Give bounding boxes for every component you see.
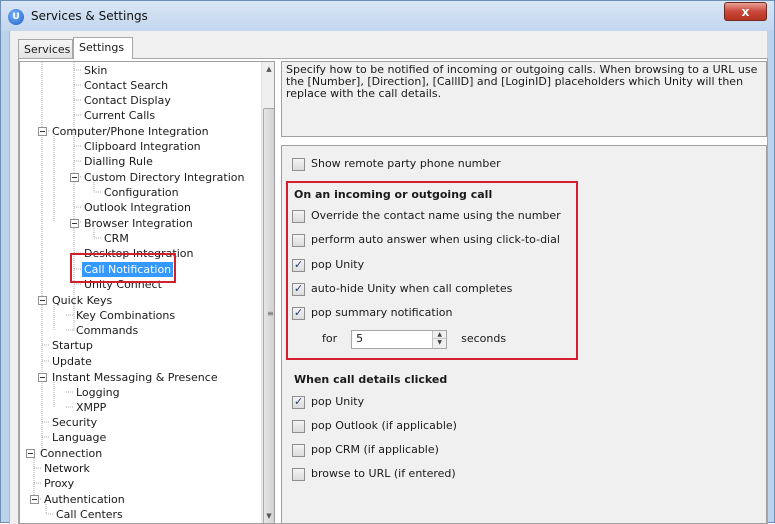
tree-item-network[interactable]: Network: [42, 461, 92, 476]
tree-item-authentication[interactable]: Authentication: [42, 492, 127, 507]
tree-item-security[interactable]: Security: [50, 415, 99, 430]
override-contact-name-label: Override the contact name using the numb…: [311, 209, 561, 222]
collapse-toggle-icon[interactable]: [38, 296, 47, 305]
tab-settings[interactable]: Settings: [73, 37, 133, 59]
auto-hide-unity-label: auto-hide Unity when call completes: [311, 282, 513, 295]
call-option-row[interactable]: pop Unity: [292, 257, 364, 273]
unity-app-icon: U: [8, 9, 24, 25]
details-option-row[interactable]: browse to URL (if entered): [292, 466, 456, 482]
pop-crm-checkbox[interactable]: [292, 443, 305, 457]
tree-item-clipboard-integration[interactable]: Clipboard Integration: [82, 139, 203, 154]
collapse-toggle-icon[interactable]: [38, 127, 47, 136]
seconds-value[interactable]: 5: [352, 331, 363, 347]
settings-tree: Skin Contact Search Contact Display Curr…: [19, 61, 275, 524]
seconds-stepper[interactable]: 5 ▲ ▼: [351, 329, 448, 349]
call-option-row[interactable]: Override the contact name using the numb…: [292, 208, 561, 224]
auto-hide-unity-checkbox[interactable]: [292, 281, 305, 297]
pop-outlook-checkbox[interactable]: [292, 419, 305, 433]
tree-item-update[interactable]: Update: [50, 354, 94, 369]
stepper-buttons[interactable]: ▲ ▼: [432, 330, 447, 348]
window-title: Services & Settings: [31, 9, 148, 23]
tree-item-logging[interactable]: Logging: [74, 385, 122, 400]
collapse-toggle-icon[interactable]: [38, 373, 47, 382]
call-option-row[interactable]: pop summary notification: [292, 305, 452, 321]
call-option-row[interactable]: perform auto answer when using click-to-…: [292, 232, 560, 248]
call-option-row[interactable]: auto-hide Unity when call completes: [292, 281, 512, 297]
title-bar[interactable]: U Services & Settings x: [1, 1, 774, 31]
tab-services[interactable]: Services: [18, 39, 73, 59]
close-button[interactable]: x: [724, 2, 767, 21]
override-contact-name-checkbox[interactable]: [292, 209, 305, 223]
details-pop-unity-label: pop Unity: [311, 395, 365, 408]
tree-item-current-calls[interactable]: Current Calls: [82, 108, 157, 123]
tree-item-dialling-rule[interactable]: Dialling Rule: [82, 154, 155, 169]
auto-answer-checkbox[interactable]: [292, 233, 305, 247]
description-text: Specify how to be notified of incoming o…: [286, 63, 758, 100]
scroll-thumb[interactable]: ≡: [263, 108, 274, 523]
tree-item-contact-search[interactable]: Contact Search: [82, 78, 170, 93]
for-label: for: [322, 332, 338, 345]
show-remote-party-row[interactable]: Show remote party phone number: [292, 156, 501, 172]
collapse-toggle-icon[interactable]: [30, 495, 39, 504]
tree-item-outlook-integration[interactable]: Outlook Integration: [82, 200, 193, 215]
pop-unity-label: pop Unity: [311, 258, 365, 271]
scroll-up-arrow-icon[interactable]: ▲: [262, 62, 274, 76]
details-option-row[interactable]: pop Unity: [292, 394, 364, 410]
pop-unity-checkbox[interactable]: [292, 257, 305, 273]
collapse-toggle-icon[interactable]: [70, 219, 79, 228]
decrement-arrow-icon[interactable]: ▼: [433, 339, 446, 347]
tree-item-browser-integration[interactable]: Browser Integration: [82, 216, 195, 231]
tree-item-key-combinations[interactable]: Key Combinations: [74, 308, 177, 323]
details-option-row[interactable]: pop Outlook (if applicable): [292, 418, 457, 434]
tree-item-computer-phone-integration[interactable]: Computer/Phone Integration: [50, 124, 211, 139]
tree-item-instant-messaging-presence[interactable]: Instant Messaging & Presence: [50, 370, 220, 385]
tree-item-connection[interactable]: Connection: [38, 446, 104, 461]
seconds-label: seconds: [461, 332, 507, 345]
tree-item-quick-keys[interactable]: Quick Keys: [50, 293, 114, 308]
tree-item-commands[interactable]: Commands: [74, 323, 140, 338]
tree-item-startup[interactable]: Startup: [50, 338, 95, 353]
show-remote-party-label: Show remote party phone number: [311, 157, 501, 170]
options-panel: Show remote party phone number On an inc…: [281, 145, 767, 524]
collapse-toggle-icon[interactable]: [70, 173, 79, 182]
pop-crm-label: pop CRM (if applicable): [311, 443, 439, 456]
details-option-row[interactable]: pop CRM (if applicable): [292, 442, 439, 458]
call-section-heading: On an incoming or outgoing call: [294, 188, 493, 201]
tree-item-language[interactable]: Language: [50, 430, 108, 445]
grip-icon: ≡: [267, 309, 274, 318]
tree-item-crm[interactable]: CRM: [102, 231, 131, 246]
browse-to-url-label: browse to URL (if entered): [311, 467, 456, 480]
tree-item-call-centers[interactable]: Call Centers: [54, 507, 125, 522]
details-pop-unity-checkbox[interactable]: [292, 394, 305, 410]
tree-item-configuration[interactable]: Configuration: [102, 185, 181, 200]
pop-summary-notification-checkbox[interactable]: [292, 305, 305, 321]
tree-item-proxy[interactable]: Proxy: [42, 476, 76, 491]
show-remote-party-checkbox[interactable]: [292, 157, 305, 171]
pop-outlook-label: pop Outlook (if applicable): [311, 419, 457, 432]
increment-arrow-icon[interactable]: ▲: [433, 331, 447, 339]
description-panel: Specify how to be notified of incoming o…: [281, 61, 767, 137]
auto-answer-label: perform auto answer when using click-to-…: [311, 233, 560, 246]
tree-item-skin[interactable]: Skin: [82, 63, 109, 78]
tree-item-xmpp[interactable]: XMPP: [74, 400, 108, 415]
tree-scrollbar[interactable]: ▲ ≡ ▼: [261, 62, 274, 523]
scroll-down-arrow-icon[interactable]: ▼: [262, 509, 274, 523]
settings-window: U Services & Settings x Services Setting…: [0, 0, 775, 524]
browse-to-url-checkbox[interactable]: [292, 467, 305, 481]
tree-item-contact-display[interactable]: Contact Display: [82, 93, 173, 108]
pop-summary-notification-label: pop summary notification: [311, 306, 453, 319]
seconds-row: for 5 ▲ ▼ seconds: [322, 329, 506, 349]
tree-item-custom-directory-integration[interactable]: Custom Directory Integration: [82, 170, 246, 185]
details-section-heading: When call details clicked: [294, 373, 448, 386]
collapse-toggle-icon[interactable]: [26, 449, 35, 458]
highlight-box-call-notification: [70, 253, 176, 283]
